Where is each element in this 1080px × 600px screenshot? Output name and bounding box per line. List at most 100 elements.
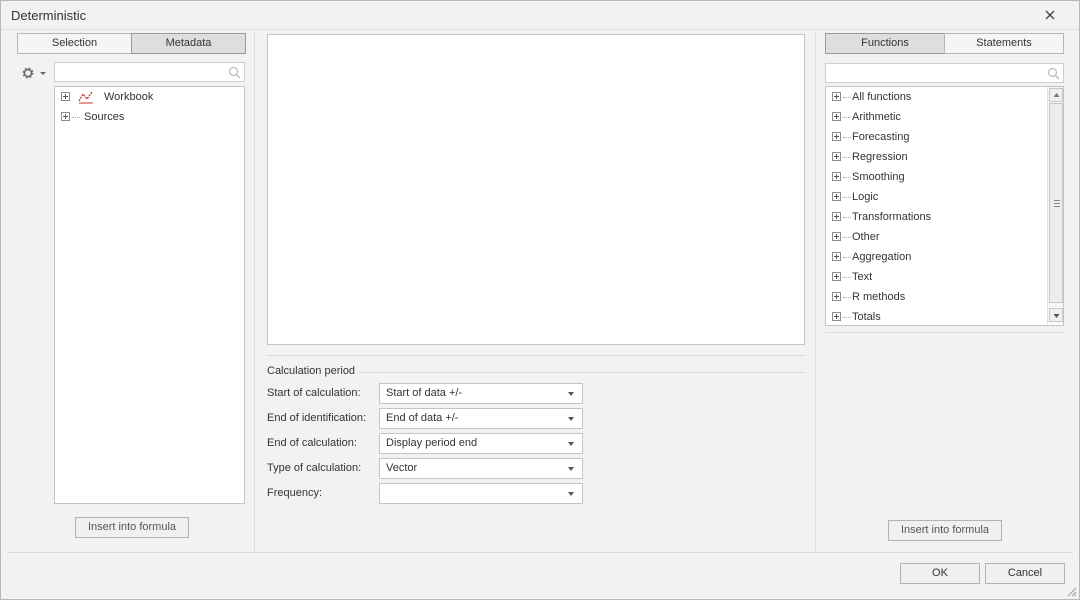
tree-connector (843, 197, 851, 198)
function-group-label: Other (852, 231, 880, 243)
function-group-label: Arithmetic (852, 111, 901, 123)
function-group-item[interactable]: Logic (826, 187, 1048, 207)
tree-connector (843, 237, 851, 238)
expand-icon[interactable] (832, 132, 841, 141)
calculation-period-title: Calculation period (267, 365, 360, 377)
function-group-label: All functions (852, 91, 912, 103)
select-value: Start of data +/- (386, 387, 463, 399)
tree-connector (843, 217, 851, 218)
tree-connector (843, 117, 851, 118)
function-group-item[interactable]: Smoothing (826, 167, 1048, 187)
function-group-label: Forecasting (852, 131, 910, 143)
tab-metadata[interactable]: Metadata (131, 33, 246, 54)
type-of-calculation-label: Type of calculation: (267, 462, 362, 474)
tree-connector (843, 177, 851, 178)
function-group-label: Aggregation (852, 251, 912, 263)
title-bar: Deterministic (1, 1, 1079, 30)
frequency-label: Frequency: (267, 487, 323, 499)
chevron-down-icon (568, 392, 574, 396)
tree-connector (72, 117, 80, 118)
expand-icon[interactable] (832, 192, 841, 201)
chevron-down-icon (568, 492, 574, 496)
functions-separator (825, 332, 1064, 333)
search-icon (228, 66, 241, 79)
expand-icon[interactable] (832, 312, 841, 321)
footer-separator (7, 552, 1073, 553)
deterministic-dialog: Deterministic Selection Metadata Workboo… (0, 0, 1080, 600)
arrow-down-icon (1053, 314, 1060, 318)
frequency-select[interactable] (379, 483, 583, 504)
expand-icon[interactable] (832, 92, 841, 101)
tree-connector (843, 157, 851, 158)
end-of-calculation-select[interactable]: Display period end (379, 433, 583, 454)
function-group-item[interactable]: Totals (826, 307, 1048, 325)
end-of-identification-select[interactable]: End of data +/- (379, 408, 583, 429)
select-value: Vector (386, 462, 418, 474)
expand-icon[interactable] (61, 112, 70, 121)
type-of-calculation-select[interactable]: Vector (379, 458, 583, 479)
function-group-item[interactable]: Regression (826, 147, 1048, 167)
functions-tree: All functions Arithmetic Forecasting Reg… (825, 86, 1064, 326)
select-value: Display period end (386, 437, 478, 449)
workbook-icon (78, 91, 93, 104)
search-icon (1047, 67, 1060, 80)
expand-icon[interactable] (832, 152, 841, 161)
function-group-item[interactable]: Text (826, 267, 1048, 287)
tree-connector (843, 97, 851, 98)
function-group-label: R methods (852, 291, 906, 303)
tab-selection[interactable]: Selection (17, 33, 132, 54)
center-separator (267, 355, 805, 356)
arrow-up-icon (1053, 93, 1060, 97)
expand-icon[interactable] (832, 252, 841, 261)
tree-connector (843, 257, 851, 258)
tab-statements[interactable]: Statements (944, 33, 1064, 54)
end-of-calculation-label: End of calculation: (267, 437, 357, 449)
insert-into-formula-right-button[interactable]: Insert into formula (888, 520, 1002, 541)
start-of-calculation-select[interactable]: Start of data +/- (379, 383, 583, 404)
function-group-item[interactable]: Transformations (826, 207, 1048, 227)
dialog-title: Deterministic (11, 8, 87, 23)
right-separator (815, 33, 816, 552)
scroll-thumb[interactable] (1049, 103, 1063, 303)
function-group-item[interactable]: Aggregation (826, 247, 1048, 267)
expand-icon[interactable] (832, 272, 841, 281)
function-group-item[interactable]: Other (826, 227, 1048, 247)
tree-connector (843, 137, 851, 138)
functions-scrollbar[interactable] (1047, 87, 1063, 324)
function-group-label: Logic (852, 191, 879, 203)
resize-grip-icon[interactable] (1065, 585, 1077, 597)
metadata-search-input[interactable] (54, 62, 245, 82)
tree-item-label: Sources (84, 111, 125, 123)
ok-button[interactable]: OK (900, 563, 980, 584)
scroll-up-button[interactable] (1049, 88, 1063, 102)
expand-icon[interactable] (832, 172, 841, 181)
function-group-label: Transformations (852, 211, 932, 223)
tree-item-sources[interactable]: Sources (55, 107, 244, 127)
end-of-identification-label: End of identification: (267, 412, 367, 424)
expand-icon[interactable] (832, 292, 841, 301)
function-group-label: Text (852, 271, 873, 283)
formula-editor[interactable] (267, 34, 805, 345)
expand-icon[interactable] (61, 92, 70, 101)
cancel-button[interactable]: Cancel (985, 563, 1065, 584)
functions-search-input[interactable] (825, 63, 1064, 83)
scroll-down-button[interactable] (1049, 308, 1063, 322)
tree-item-label: Workbook (104, 91, 154, 103)
function-group-item[interactable]: Forecasting (826, 127, 1048, 147)
close-icon[interactable] (1043, 8, 1057, 22)
function-group-item[interactable]: Arithmetic (826, 107, 1048, 127)
insert-into-formula-left-button[interactable]: Insert into formula (75, 517, 189, 538)
tree-connector (843, 277, 851, 278)
chevron-down-icon (568, 442, 574, 446)
function-group-label: Smoothing (852, 171, 905, 183)
grip-line (1054, 206, 1060, 207)
tree-item-workbook[interactable]: Workbook (55, 87, 244, 107)
tab-functions[interactable]: Functions (825, 33, 945, 54)
expand-icon[interactable] (832, 232, 841, 241)
select-value: End of data +/- (386, 412, 459, 424)
expand-icon[interactable] (832, 112, 841, 121)
settings-dropdown-icon[interactable] (21, 66, 49, 80)
expand-icon[interactable] (832, 212, 841, 221)
function-group-item[interactable]: All functions (826, 87, 1048, 107)
function-group-item[interactable]: R methods (826, 287, 1048, 307)
